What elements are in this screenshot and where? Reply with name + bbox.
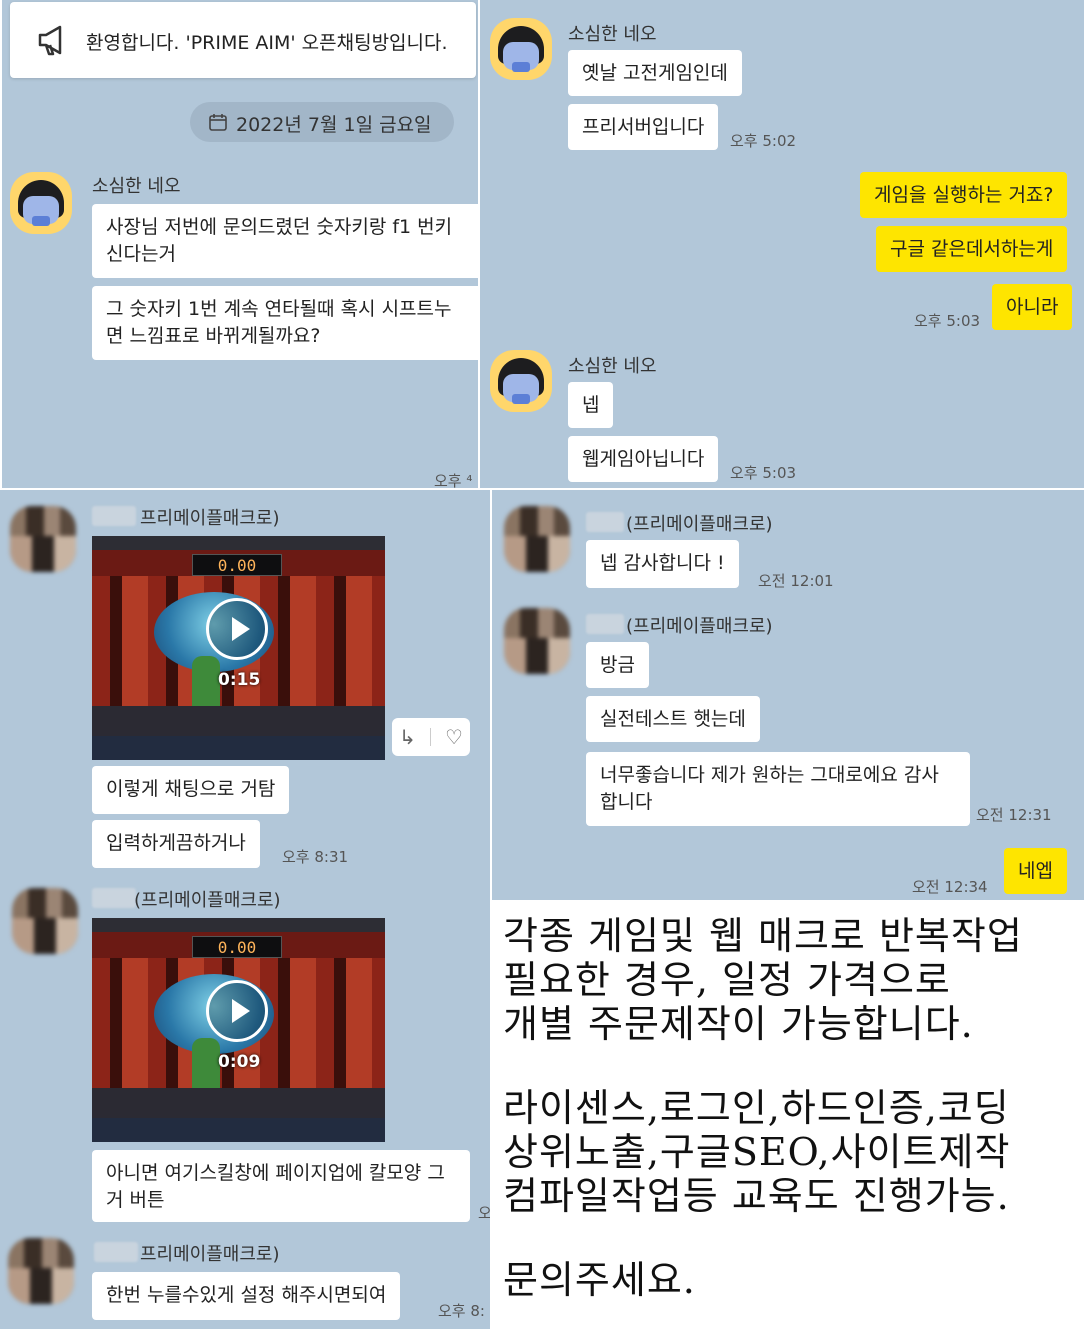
sender-name: (프리메이플매크로)	[626, 616, 773, 637]
avatar[interactable]	[490, 18, 552, 80]
sender-name: 소심한 네오	[568, 24, 657, 45]
ad-line: 컴파일작업등 교육도 진행가능.	[503, 1174, 1010, 1218]
ad-line: 개별 주문제작이 가능합니다.	[503, 1002, 974, 1046]
message-bubble[interactable]: 넵	[568, 382, 614, 428]
notice-banner[interactable]: 환영합니다. 'PRIME AIM' 오픈채팅방입니다.	[10, 2, 476, 78]
play-icon[interactable]	[206, 980, 268, 1042]
message-time: 오	[478, 1204, 490, 1222]
my-message-time: 오후 5:03	[914, 312, 981, 330]
my-message-bubble[interactable]: 네엡	[1004, 848, 1067, 894]
sender-name: (프리메이플매크로)	[134, 890, 281, 911]
ad-line: 상위노출,구글SEO,사이트제작	[503, 1130, 1011, 1174]
message-time: 오전 12:31	[976, 806, 1052, 824]
message-bubble[interactable]: 입력하게끔하거나	[92, 820, 260, 868]
blurred-name	[92, 888, 136, 908]
my-message-time: 오전 12:34	[912, 878, 988, 896]
ad-line: 라이센스,로그인,하드인증,코딩	[503, 1086, 1010, 1130]
blurred-name	[586, 512, 624, 532]
message-bubble[interactable]: 그 숫자키 1번 계속 연타될때 혹시 시프트누 면 느낌표로 바뀌게될까요?	[92, 286, 478, 360]
my-message-bubble[interactable]: 게임을 실행하는 거죠?	[860, 172, 1068, 218]
sender-name: 프리메이플매크로)	[140, 1244, 280, 1265]
video-thumbnail[interactable]: 0.00 0:09	[92, 918, 385, 1142]
message-bubble[interactable]: 실전테스트 햇는데	[586, 696, 760, 742]
blurred-name	[94, 1242, 138, 1262]
blurred-name	[586, 614, 624, 634]
chat-panel-1: 환영합니다. 'PRIME AIM' 오픈채팅방입니다. 2022년 7월 1일…	[2, 0, 478, 488]
date-text: 2022년 7월 1일 금요일	[236, 114, 432, 136]
avatar[interactable]	[490, 350, 552, 412]
heart-icon[interactable]: ♡	[445, 725, 463, 749]
sender-name: 소심한 네오	[568, 356, 657, 377]
my-message-bubble[interactable]: 구글 같은데서하는게	[876, 226, 1068, 272]
chat-panel-3: 프리메이플매크로) 0.00 0:15 ↳ ♡ 이렇게 채팅으로 거탐 입력하게…	[0, 490, 490, 1329]
my-message-bubble[interactable]: 아니라	[992, 284, 1073, 330]
megaphone-icon	[36, 24, 72, 56]
message-bubble[interactable]: 사장님 저번에 문의드렸던 숫자키랑 f1 번키 신다는거	[92, 204, 478, 278]
message-time: 오후 5:03	[730, 464, 797, 482]
calendar-icon	[208, 112, 228, 136]
avatar[interactable]	[10, 506, 76, 572]
ad-line: 필요한 경우, 일정 가격으로	[503, 958, 951, 1002]
chat-panel-4: (프리메이플매크로) 넵 감사합니다 ! 오전 12:01 (프리메이플매크로)…	[492, 490, 1084, 900]
notice-text: 환영합니다. 'PRIME AIM' 오픈채팅방입니다.	[86, 32, 448, 54]
sender-name: 프리메이플매크로)	[140, 508, 280, 529]
chat-panel-2: 소심한 네오 옛날 고전게임인데 프리서버입니다 오후 5:02 게임을 실행하…	[480, 0, 1084, 488]
avatar[interactable]	[12, 888, 78, 954]
sender-name: 소심한 네오	[92, 176, 181, 197]
video-duration: 0:15	[218, 670, 261, 690]
sender-name: (프리메이플매크로)	[626, 514, 773, 535]
message-time: 오후 5:02	[730, 132, 797, 150]
message-time: 오전 12:01	[758, 572, 834, 590]
avatar[interactable]	[504, 506, 570, 572]
video-thumbnail[interactable]: 0.00 0:15	[92, 536, 385, 760]
ad-line: 각종 게임및 웹 매크로 반복작업	[503, 914, 1023, 958]
message-bubble[interactable]: 넵 감사합니다 !	[586, 540, 739, 588]
message-time: 오후 ⁴	[434, 472, 473, 488]
blurred-name	[92, 506, 136, 526]
game-timer: 0.00	[192, 936, 282, 958]
message-bubble[interactable]: 아니면 여기스킬창에 페이지업에 칼모양 그거 버튼	[92, 1150, 470, 1222]
play-icon[interactable]	[206, 598, 268, 660]
date-chip: 2022년 7월 1일 금요일	[190, 102, 454, 142]
avatar[interactable]	[504, 608, 570, 674]
message-bubble[interactable]: 프리서버입니다	[568, 104, 719, 150]
ad-line: 문의주세요.	[503, 1258, 696, 1302]
ad-text-box: 각종 게임및 웹 매크로 반복작업 필요한 경우, 일정 가격으로 개별 주문제…	[491, 900, 1084, 1329]
message-bubble[interactable]: 옛날 고전게임인데	[568, 50, 742, 96]
message-bubble[interactable]: 너무좋습니다 제가 원하는 그대로에요 감사합니다	[586, 752, 970, 826]
message-bubble[interactable]: 이렇게 채팅으로 거탐	[92, 766, 290, 814]
avatar[interactable]	[10, 172, 72, 234]
message-time: 오후 8:31	[282, 848, 349, 866]
share-icon[interactable]: ↳	[399, 725, 416, 749]
message-bubble[interactable]: 방금	[586, 642, 649, 688]
video-duration: 0:09	[218, 1052, 261, 1072]
message-bubble[interactable]: 한번 누를수있게 설정 해주시면되여	[92, 1272, 401, 1320]
message-bubble[interactable]: 웹게임아닙니다	[568, 436, 719, 482]
video-actions: ↳ ♡	[392, 718, 470, 756]
game-timer: 0.00	[192, 554, 282, 576]
message-time: 오후 8:	[438, 1302, 485, 1320]
avatar[interactable]	[8, 1238, 74, 1304]
